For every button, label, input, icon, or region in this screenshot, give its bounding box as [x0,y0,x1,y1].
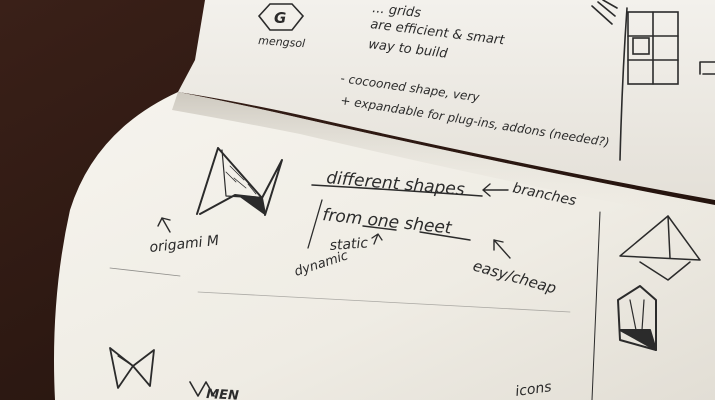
note-bottom-logo: MEN [206,387,240,400]
hexagon-letter: G [274,9,286,27]
sketchbook-photo: G mengsol ... grids are efficient & smar… [0,0,715,400]
photo-scene: G mengsol ... grids are efficient & smar… [0,0,715,400]
